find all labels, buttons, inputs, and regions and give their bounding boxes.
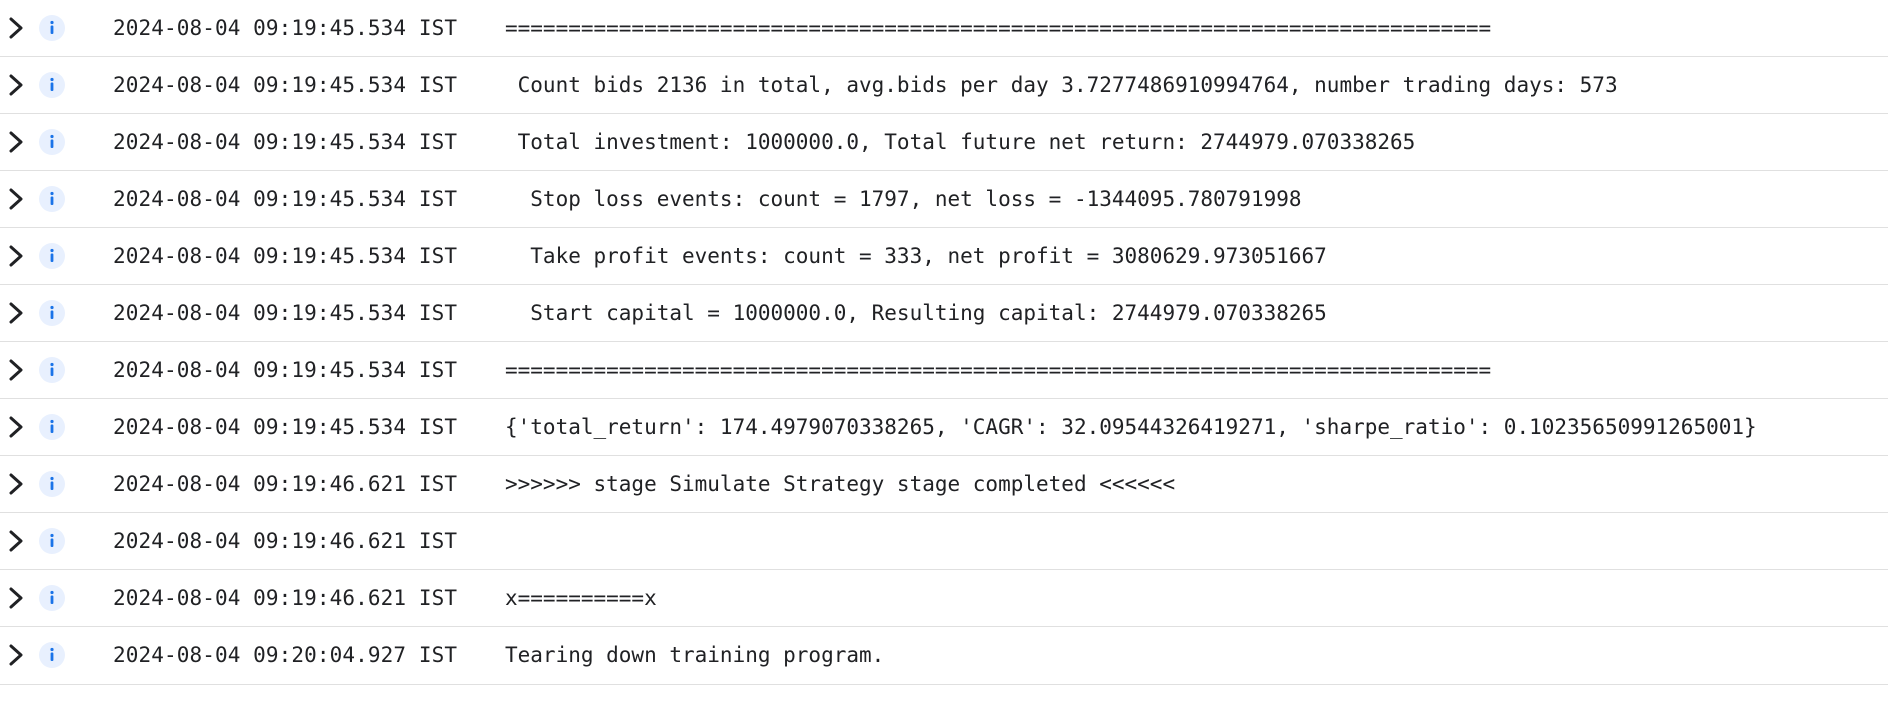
log-entry-row[interactable]: 2024-08-04 09:19:45.534 IST ============… [0, 0, 1888, 57]
info-icon [39, 300, 65, 326]
log-timestamp: 2024-08-04 09:19:45.534 IST [113, 415, 458, 439]
log-timestamp: 2024-08-04 09:19:45.534 IST [113, 244, 458, 268]
log-entry-row[interactable]: 2024-08-04 09:19:45.534 IST Start capita… [0, 285, 1888, 342]
chevron-right-icon[interactable] [4, 127, 30, 157]
log-timestamp: 2024-08-04 09:19:46.621 IST [113, 529, 458, 553]
log-timestamp: 2024-08-04 09:19:45.534 IST [113, 358, 458, 382]
chevron-right-icon[interactable] [4, 640, 30, 670]
log-timestamp: 2024-08-04 09:19:45.534 IST [113, 73, 458, 97]
chevron-right-icon[interactable] [4, 70, 30, 100]
log-timestamp: 2024-08-04 09:19:45.534 IST [113, 16, 458, 40]
chevron-right-icon[interactable] [4, 469, 30, 499]
log-message: Stop loss events: count = 1797, net loss… [505, 187, 1302, 211]
log-entry-row[interactable]: 2024-08-04 09:19:45.534 IST ============… [0, 342, 1888, 399]
log-entry-row[interactable]: 2024-08-04 09:19:46.621 IST >>>>>> stage… [0, 456, 1888, 513]
log-entry-row[interactable]: 2024-08-04 09:19:45.534 IST Stop loss ev… [0, 171, 1888, 228]
log-message: Count bids 2136 in total, avg.bids per d… [505, 73, 1618, 97]
log-entry-row[interactable]: 2024-08-04 09:19:46.621 IST [0, 513, 1888, 570]
log-message: Take profit events: count = 333, net pro… [505, 244, 1327, 268]
log-message: Tearing down training program. [505, 643, 885, 667]
info-icon [39, 471, 65, 497]
chevron-right-icon[interactable] [4, 355, 30, 385]
log-timestamp: 2024-08-04 09:19:46.621 IST [113, 586, 458, 610]
info-icon [39, 243, 65, 269]
info-icon [39, 72, 65, 98]
chevron-right-icon[interactable] [4, 241, 30, 271]
chevron-right-icon[interactable] [4, 298, 30, 328]
log-entry-row[interactable]: 2024-08-04 09:19:46.621 IST x==========x [0, 570, 1888, 627]
chevron-right-icon[interactable] [4, 526, 30, 556]
log-entry-row[interactable]: 2024-08-04 09:20:04.927 IST Tearing down… [0, 627, 1888, 685]
log-timestamp: 2024-08-04 09:19:46.621 IST [113, 472, 458, 496]
info-icon [39, 642, 65, 668]
chevron-right-icon[interactable] [4, 184, 30, 214]
chevron-right-icon[interactable] [4, 583, 30, 613]
info-icon [39, 528, 65, 554]
info-icon [39, 414, 65, 440]
log-message: Total investment: 1000000.0, Total futur… [505, 130, 1416, 154]
info-icon [39, 186, 65, 212]
log-message: {'total_return': 174.4979070338265, 'CAG… [505, 415, 1757, 439]
log-message: x==========x [505, 586, 657, 610]
info-icon [39, 585, 65, 611]
log-entry-row[interactable]: 2024-08-04 09:19:45.534 IST Total invest… [0, 114, 1888, 171]
log-entry-row[interactable]: 2024-08-04 09:19:45.534 IST {'total_retu… [0, 399, 1888, 456]
info-icon [39, 15, 65, 41]
log-entry-row[interactable]: 2024-08-04 09:19:45.534 IST Count bids 2… [0, 57, 1888, 114]
log-timestamp: 2024-08-04 09:19:45.534 IST [113, 301, 458, 325]
log-list: 2024-08-04 09:19:45.534 IST ============… [0, 0, 1888, 685]
info-icon [39, 129, 65, 155]
log-timestamp: 2024-08-04 09:19:45.534 IST [113, 130, 458, 154]
log-entry-row[interactable]: 2024-08-04 09:19:45.534 IST Take profit … [0, 228, 1888, 285]
chevron-right-icon[interactable] [4, 412, 30, 442]
log-timestamp: 2024-08-04 09:20:04.927 IST [113, 643, 458, 667]
log-message: Start capital = 1000000.0, Resulting cap… [505, 301, 1327, 325]
info-icon [39, 357, 65, 383]
chevron-right-icon[interactable] [4, 13, 30, 43]
log-message: >>>>>> stage Simulate Strategy stage com… [505, 472, 1176, 496]
log-timestamp: 2024-08-04 09:19:45.534 IST [113, 187, 458, 211]
log-message: ========================================… [505, 358, 1492, 382]
log-message: ========================================… [505, 16, 1492, 40]
